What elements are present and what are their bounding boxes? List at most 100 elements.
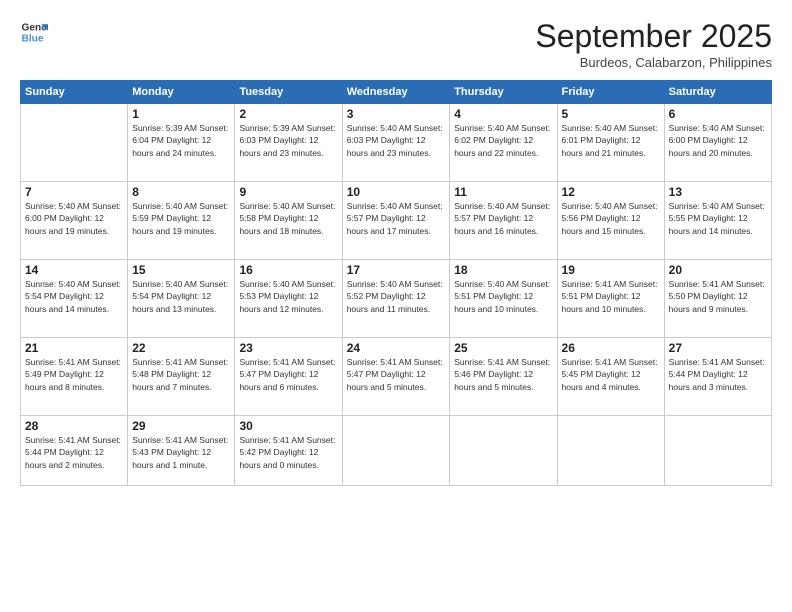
day-number: 27 — [669, 341, 767, 355]
calendar-cell: 13Sunrise: 5:40 AM Sunset: 5:55 PM Dayli… — [664, 182, 771, 260]
day-info: Sunrise: 5:40 AM Sunset: 5:51 PM Dayligh… — [454, 278, 552, 315]
calendar-week-4: 21Sunrise: 5:41 AM Sunset: 5:49 PM Dayli… — [21, 338, 772, 416]
header-tuesday: Tuesday — [235, 81, 342, 104]
calendar-week-3: 14Sunrise: 5:40 AM Sunset: 5:54 PM Dayli… — [21, 260, 772, 338]
day-number: 4 — [454, 107, 552, 121]
day-info: Sunrise: 5:40 AM Sunset: 5:53 PM Dayligh… — [239, 278, 337, 315]
day-info: Sunrise: 5:39 AM Sunset: 6:04 PM Dayligh… — [132, 122, 230, 159]
day-info: Sunrise: 5:41 AM Sunset: 5:47 PM Dayligh… — [347, 356, 445, 393]
calendar-cell: 23Sunrise: 5:41 AM Sunset: 5:47 PM Dayli… — [235, 338, 342, 416]
day-number: 9 — [239, 185, 337, 199]
day-number: 19 — [562, 263, 660, 277]
calendar-cell: 20Sunrise: 5:41 AM Sunset: 5:50 PM Dayli… — [664, 260, 771, 338]
calendar-cell — [21, 104, 128, 182]
calendar-cell — [342, 416, 449, 486]
calendar-cell: 12Sunrise: 5:40 AM Sunset: 5:56 PM Dayli… — [557, 182, 664, 260]
day-number: 16 — [239, 263, 337, 277]
day-number: 2 — [239, 107, 337, 121]
day-number: 15 — [132, 263, 230, 277]
day-info: Sunrise: 5:41 AM Sunset: 5:49 PM Dayligh… — [25, 356, 123, 393]
calendar-cell: 19Sunrise: 5:41 AM Sunset: 5:51 PM Dayli… — [557, 260, 664, 338]
calendar-cell: 26Sunrise: 5:41 AM Sunset: 5:45 PM Dayli… — [557, 338, 664, 416]
calendar-cell: 10Sunrise: 5:40 AM Sunset: 5:57 PM Dayli… — [342, 182, 449, 260]
day-number: 6 — [669, 107, 767, 121]
day-number: 3 — [347, 107, 445, 121]
calendar-cell: 27Sunrise: 5:41 AM Sunset: 5:44 PM Dayli… — [664, 338, 771, 416]
calendar-cell — [664, 416, 771, 486]
calendar-cell: 14Sunrise: 5:40 AM Sunset: 5:54 PM Dayli… — [21, 260, 128, 338]
day-info: Sunrise: 5:40 AM Sunset: 6:00 PM Dayligh… — [25, 200, 123, 237]
day-number: 22 — [132, 341, 230, 355]
calendar-cell: 22Sunrise: 5:41 AM Sunset: 5:48 PM Dayli… — [128, 338, 235, 416]
title-area: September 2025 Burdeos, Calabarzon, Phil… — [535, 18, 772, 70]
header-thursday: Thursday — [450, 81, 557, 104]
header-monday: Monday — [128, 81, 235, 104]
day-info: Sunrise: 5:40 AM Sunset: 6:01 PM Dayligh… — [562, 122, 660, 159]
month-title: September 2025 — [535, 18, 772, 55]
day-number: 7 — [25, 185, 123, 199]
calendar-cell: 5Sunrise: 5:40 AM Sunset: 6:01 PM Daylig… — [557, 104, 664, 182]
day-info: Sunrise: 5:41 AM Sunset: 5:44 PM Dayligh… — [25, 434, 123, 471]
day-number: 12 — [562, 185, 660, 199]
day-info: Sunrise: 5:41 AM Sunset: 5:51 PM Dayligh… — [562, 278, 660, 315]
day-info: Sunrise: 5:41 AM Sunset: 5:47 PM Dayligh… — [239, 356, 337, 393]
day-info: Sunrise: 5:41 AM Sunset: 5:50 PM Dayligh… — [669, 278, 767, 315]
day-number: 28 — [25, 419, 123, 433]
day-number: 21 — [25, 341, 123, 355]
logo: General Blue — [20, 18, 48, 46]
day-info: Sunrise: 5:40 AM Sunset: 5:57 PM Dayligh… — [347, 200, 445, 237]
calendar-cell: 21Sunrise: 5:41 AM Sunset: 5:49 PM Dayli… — [21, 338, 128, 416]
calendar-cell: 29Sunrise: 5:41 AM Sunset: 5:43 PM Dayli… — [128, 416, 235, 486]
calendar-cell: 16Sunrise: 5:40 AM Sunset: 5:53 PM Dayli… — [235, 260, 342, 338]
day-number: 10 — [347, 185, 445, 199]
calendar-cell — [557, 416, 664, 486]
day-info: Sunrise: 5:39 AM Sunset: 6:03 PM Dayligh… — [239, 122, 337, 159]
day-info: Sunrise: 5:41 AM Sunset: 5:46 PM Dayligh… — [454, 356, 552, 393]
day-info: Sunrise: 5:41 AM Sunset: 5:42 PM Dayligh… — [239, 434, 337, 471]
day-info: Sunrise: 5:41 AM Sunset: 5:48 PM Dayligh… — [132, 356, 230, 393]
calendar-cell: 6Sunrise: 5:40 AM Sunset: 6:00 PM Daylig… — [664, 104, 771, 182]
calendar-week-1: 1Sunrise: 5:39 AM Sunset: 6:04 PM Daylig… — [21, 104, 772, 182]
day-number: 26 — [562, 341, 660, 355]
svg-text:Blue: Blue — [22, 33, 44, 44]
day-number: 24 — [347, 341, 445, 355]
day-number: 8 — [132, 185, 230, 199]
day-info: Sunrise: 5:41 AM Sunset: 5:44 PM Dayligh… — [669, 356, 767, 393]
day-number: 25 — [454, 341, 552, 355]
calendar-week-2: 7Sunrise: 5:40 AM Sunset: 6:00 PM Daylig… — [21, 182, 772, 260]
day-info: Sunrise: 5:40 AM Sunset: 5:58 PM Dayligh… — [239, 200, 337, 237]
day-number: 14 — [25, 263, 123, 277]
calendar-cell: 17Sunrise: 5:40 AM Sunset: 5:52 PM Dayli… — [342, 260, 449, 338]
day-info: Sunrise: 5:40 AM Sunset: 5:57 PM Dayligh… — [454, 200, 552, 237]
header-friday: Friday — [557, 81, 664, 104]
header-sunday: Sunday — [21, 81, 128, 104]
day-number: 30 — [239, 419, 337, 433]
logo-icon: General Blue — [20, 18, 48, 46]
day-info: Sunrise: 5:40 AM Sunset: 6:03 PM Dayligh… — [347, 122, 445, 159]
calendar-cell: 24Sunrise: 5:41 AM Sunset: 5:47 PM Dayli… — [342, 338, 449, 416]
day-number: 23 — [239, 341, 337, 355]
calendar-cell: 30Sunrise: 5:41 AM Sunset: 5:42 PM Dayli… — [235, 416, 342, 486]
day-number: 20 — [669, 263, 767, 277]
calendar-cell: 4Sunrise: 5:40 AM Sunset: 6:02 PM Daylig… — [450, 104, 557, 182]
calendar-cell: 9Sunrise: 5:40 AM Sunset: 5:58 PM Daylig… — [235, 182, 342, 260]
calendar-cell: 2Sunrise: 5:39 AM Sunset: 6:03 PM Daylig… — [235, 104, 342, 182]
day-number: 5 — [562, 107, 660, 121]
day-number: 29 — [132, 419, 230, 433]
day-info: Sunrise: 5:40 AM Sunset: 5:59 PM Dayligh… — [132, 200, 230, 237]
calendar-cell: 18Sunrise: 5:40 AM Sunset: 5:51 PM Dayli… — [450, 260, 557, 338]
calendar-cell — [450, 416, 557, 486]
calendar-cell: 3Sunrise: 5:40 AM Sunset: 6:03 PM Daylig… — [342, 104, 449, 182]
day-number: 1 — [132, 107, 230, 121]
calendar-cell: 1Sunrise: 5:39 AM Sunset: 6:04 PM Daylig… — [128, 104, 235, 182]
calendar-week-5: 28Sunrise: 5:41 AM Sunset: 5:44 PM Dayli… — [21, 416, 772, 486]
day-info: Sunrise: 5:41 AM Sunset: 5:45 PM Dayligh… — [562, 356, 660, 393]
calendar-cell: 11Sunrise: 5:40 AM Sunset: 5:57 PM Dayli… — [450, 182, 557, 260]
page-header: General Blue September 2025 Burdeos, Cal… — [20, 18, 772, 70]
calendar-cell: 15Sunrise: 5:40 AM Sunset: 5:54 PM Dayli… — [128, 260, 235, 338]
calendar-cell: 28Sunrise: 5:41 AM Sunset: 5:44 PM Dayli… — [21, 416, 128, 486]
day-number: 18 — [454, 263, 552, 277]
day-info: Sunrise: 5:40 AM Sunset: 6:00 PM Dayligh… — [669, 122, 767, 159]
day-number: 13 — [669, 185, 767, 199]
day-info: Sunrise: 5:40 AM Sunset: 6:02 PM Dayligh… — [454, 122, 552, 159]
